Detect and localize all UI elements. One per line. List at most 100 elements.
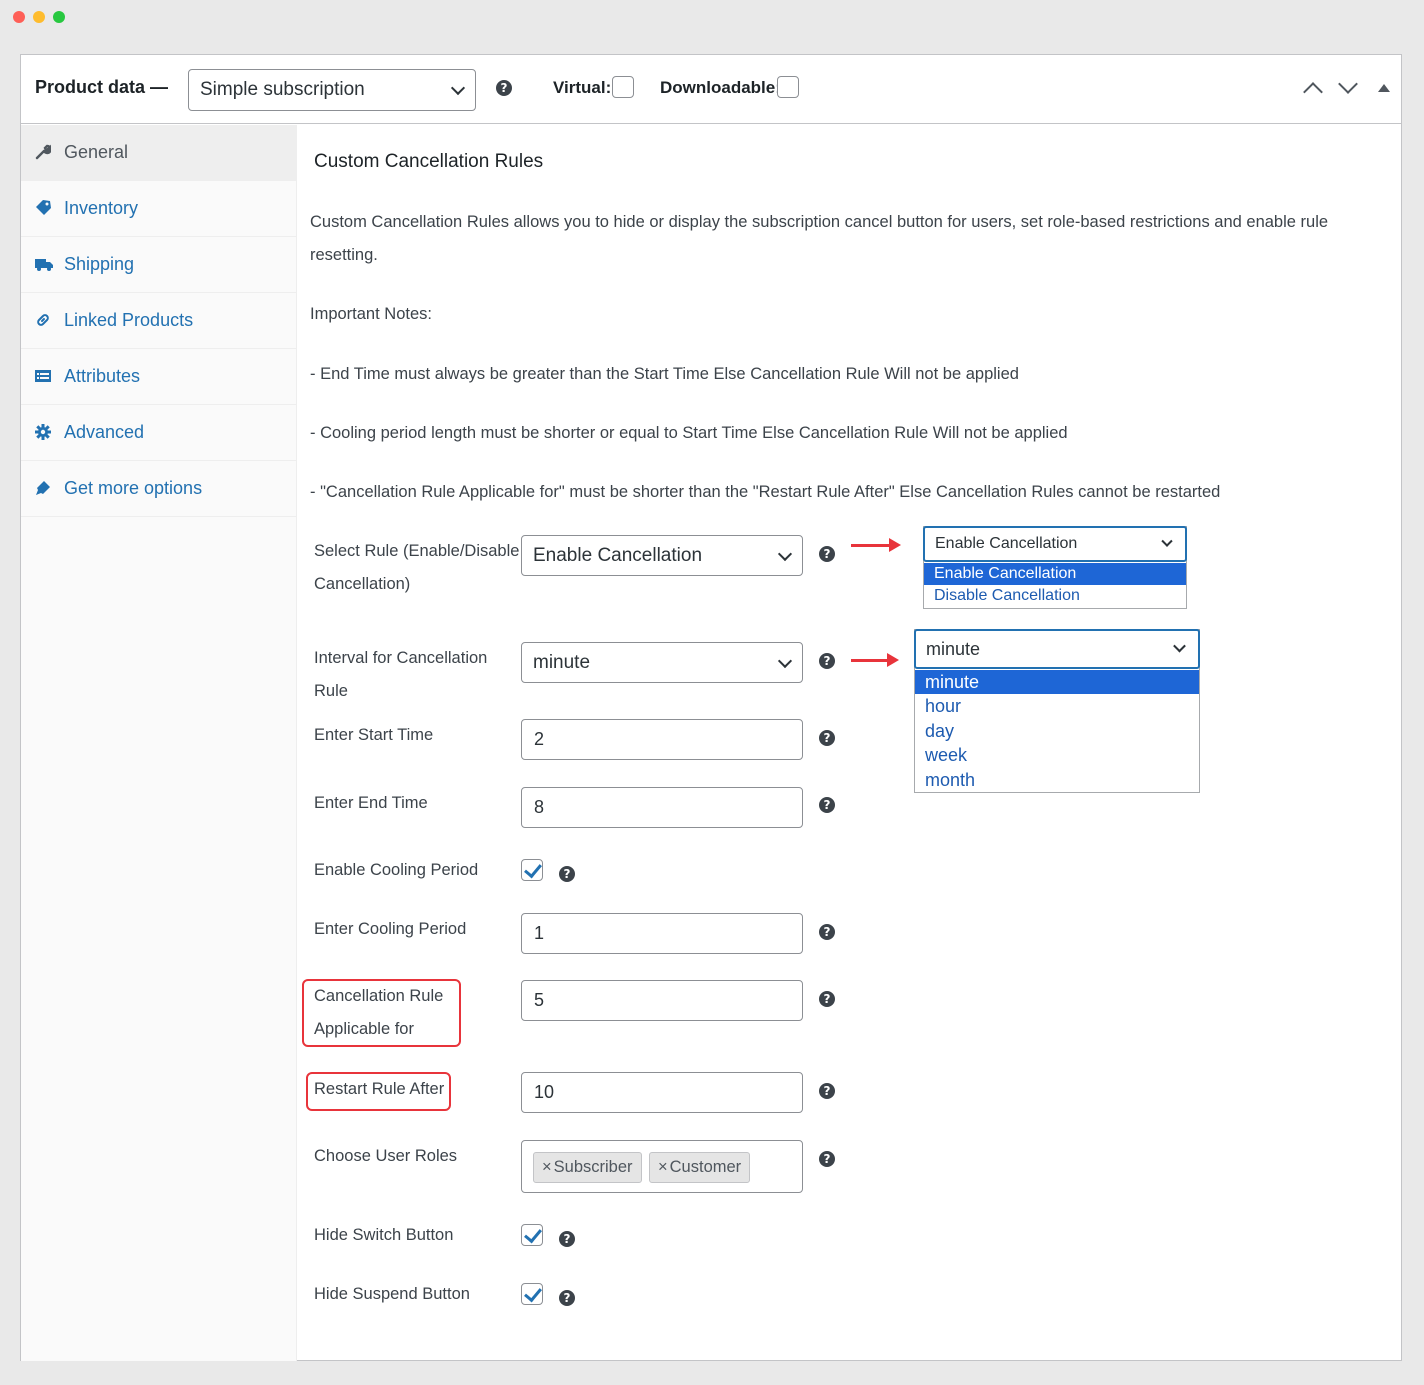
help-icon[interactable]: ? — [559, 866, 575, 882]
help-icon[interactable]: ? — [819, 1151, 835, 1167]
role-tag-customer: × Customer — [649, 1152, 751, 1183]
tag-icon — [35, 200, 51, 216]
interval-value: minute — [533, 651, 591, 673]
virtual-checkbox[interactable] — [612, 76, 634, 98]
note-restart-rule: - "Cancellation Rule Applicable for" mus… — [310, 483, 1221, 501]
interval-select[interactable]: minute — [521, 642, 803, 683]
tab-label: Advanced — [64, 422, 145, 442]
gear-icon — [35, 424, 51, 440]
window-titlebar — [0, 0, 1424, 32]
interval-label-continued: Rule — [314, 682, 348, 700]
virtual-label: Virtual: — [553, 78, 612, 97]
move-up-icon[interactable] — [1303, 82, 1323, 102]
tab-general[interactable]: General — [21, 125, 297, 181]
tab-label: General — [64, 142, 129, 162]
tab-label: Linked Products — [64, 310, 194, 330]
chevron-down-icon — [1161, 535, 1173, 548]
remove-tag-icon[interactable]: × — [542, 1158, 552, 1177]
tab-get-more-options[interactable]: Get more options — [21, 461, 297, 517]
note-end-time: - End Time must always be greater than t… — [310, 365, 1019, 383]
toggle-panel-icon[interactable] — [1378, 84, 1390, 92]
interval-option-week[interactable]: week — [915, 743, 1199, 768]
hide-suspend-label: Hide Suspend Button — [314, 1285, 470, 1303]
help-icon[interactable]: ? — [559, 1290, 575, 1306]
applicable-for-label-continued: Applicable for — [314, 1020, 414, 1038]
cooling-period-label: Enter Cooling Period — [314, 920, 467, 938]
help-icon[interactable]: ? — [559, 1231, 575, 1247]
tab-inventory[interactable]: Inventory — [21, 181, 297, 237]
cooling-period-input[interactable]: 1 — [521, 913, 803, 954]
end-time-input[interactable]: 8 — [521, 787, 803, 828]
applicable-for-label: Cancellation Rule — [314, 987, 444, 1005]
help-icon[interactable]: ? — [819, 797, 835, 813]
truck-icon — [35, 256, 53, 272]
cooling-enabled-checkbox[interactable] — [521, 859, 543, 881]
help-icon[interactable]: ? — [819, 546, 835, 562]
downloadable-checkbox[interactable] — [777, 76, 799, 98]
help-icon[interactable]: ? — [819, 653, 835, 669]
interval-dropdown-select[interactable]: minute — [914, 629, 1200, 669]
start-time-label: Enter Start Time — [314, 726, 434, 744]
chevron-down-icon — [777, 653, 793, 668]
help-icon[interactable]: ? — [819, 991, 835, 1007]
note-cooling-period: - Cooling period length must be shorter … — [310, 424, 1068, 442]
help-icon[interactable]: ? — [819, 730, 835, 746]
move-down-icon[interactable] — [1338, 74, 1358, 94]
chevron-down-icon — [450, 80, 466, 96]
user-roles-label: Choose User Roles — [314, 1147, 458, 1165]
select-rule-select[interactable]: Enable Cancellation — [521, 535, 803, 576]
tab-label: Attributes — [64, 366, 141, 386]
tab-label: Shipping — [64, 254, 135, 274]
user-roles-input[interactable]: × Subscriber × Customer — [521, 1140, 803, 1193]
description: Custom Cancellation Rules allows you to … — [310, 213, 1329, 231]
interval-option-month[interactable]: month — [915, 768, 1199, 792]
rule-option-enable[interactable]: Enable Cancellation — [924, 563, 1186, 585]
interval-label: Interval for Cancellation — [314, 649, 488, 667]
hide-switch-checkbox[interactable] — [521, 1224, 543, 1246]
help-icon[interactable]: ? — [496, 80, 512, 96]
interval-option-day[interactable]: day — [915, 719, 1199, 743]
minimize-window-button[interactable] — [33, 11, 45, 23]
wrench-icon — [35, 144, 52, 160]
rule-dropdown-value: Enable Cancellation — [935, 535, 1078, 552]
link-icon — [35, 312, 51, 328]
tab-attributes[interactable]: Attributes — [21, 349, 297, 405]
tab-label: Inventory — [64, 198, 139, 218]
downloadable-label: Downloadable: — [660, 78, 781, 97]
cooling-enabled-label: Enable Cooling Period — [314, 861, 479, 879]
hide-switch-label: Hide Switch Button — [314, 1226, 454, 1244]
tab-shipping[interactable]: Shipping — [21, 237, 297, 293]
select-rule-label-continued: Cancellation) — [314, 575, 411, 593]
help-icon[interactable]: ? — [819, 1083, 835, 1099]
maximize-window-button[interactable] — [53, 11, 65, 23]
role-tag-subscriber: × Subscriber — [533, 1152, 642, 1183]
interval-option-minute[interactable]: minute — [915, 670, 1199, 694]
close-window-button[interactable] — [13, 11, 25, 23]
help-icon[interactable]: ? — [819, 924, 835, 940]
role-tag-label: Subscriber — [553, 1158, 633, 1176]
rule-dropdown-select[interactable]: Enable Cancellation — [923, 526, 1187, 562]
product-type-select[interactable]: Simple subscription — [188, 69, 476, 111]
interval-option-hour[interactable]: hour — [915, 694, 1199, 719]
interval-dropdown-value: minute — [926, 638, 981, 659]
end-time-label: Enter End Time — [314, 794, 428, 812]
notes-title: Important Notes: — [310, 305, 432, 323]
rule-option-disable[interactable]: Disable Cancellation — [924, 585, 1186, 607]
applicable-for-input[interactable]: 5 — [521, 980, 803, 1021]
chevron-down-icon — [777, 546, 793, 561]
list-icon — [35, 368, 51, 384]
product-data-tabs: General Inventory Shipping Linked Produc… — [21, 125, 297, 1361]
role-tag-label: Customer — [669, 1158, 742, 1176]
product-data-header: Product data — Simple subscription ? Vir… — [21, 55, 1401, 124]
callout-arrow — [851, 538, 901, 552]
tab-linked-products[interactable]: Linked Products — [21, 293, 297, 349]
hide-suspend-checkbox[interactable] — [521, 1283, 543, 1305]
callout-arrow — [851, 653, 899, 667]
remove-tag-icon[interactable]: × — [658, 1158, 668, 1177]
tab-label: Get more options — [64, 478, 203, 498]
tab-advanced[interactable]: Advanced — [21, 405, 297, 461]
select-rule-value: Enable Cancellation — [533, 544, 703, 566]
chevron-down-icon — [1173, 639, 1186, 653]
restart-after-input[interactable]: 10 — [521, 1072, 803, 1113]
start-time-input[interactable]: 2 — [521, 719, 803, 760]
